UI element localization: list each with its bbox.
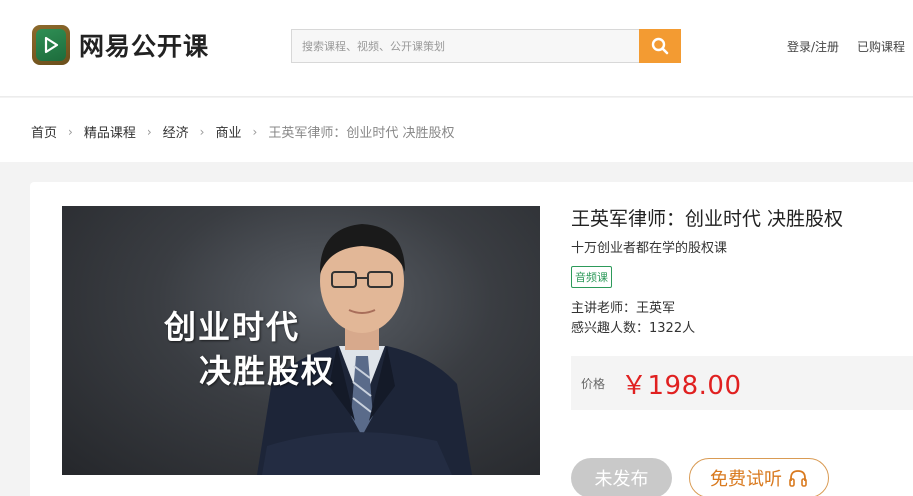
headphone-icon — [789, 470, 807, 487]
lecturer-name: 主讲老师：王英军 — [571, 301, 676, 316]
user-nav: 登录/注册 已购课程 — [787, 38, 905, 55]
chevron-right-icon: › — [199, 124, 205, 139]
breadcrumb: 首页 › 精品课程 › 经济 › 商业 › 王英军律师：创业时代 决胜股权 — [31, 122, 455, 142]
price-value: ￥198.00 — [621, 370, 742, 401]
cover-title-line1: 创业时代 — [164, 308, 301, 346]
search-icon — [651, 37, 669, 55]
course-cover-image[interactable]: 创业时代 决胜股权 — [62, 206, 540, 475]
search-bar: 搜索课程、视频、公开课策划 — [291, 29, 681, 63]
login-register-link[interactable]: 登录/注册 — [787, 38, 839, 55]
breadcrumb-home[interactable]: 首页 — [31, 122, 57, 141]
free-listen-label: 免费试听 — [710, 469, 782, 490]
breadcrumb-bar: 首页 › 精品课程 › 经济 › 商业 › 王英军律师：创业时代 决胜股权 — [0, 98, 913, 162]
site-logo[interactable]: 网易公开课 — [32, 25, 209, 65]
course-info: 王英军律师：创业时代 决胜股权 十万创业者都在学的股权课 音频课 主讲老师：王英… — [571, 204, 913, 496]
search-button[interactable] — [639, 29, 681, 63]
price-box: 价格 ￥198.00 — [571, 356, 913, 410]
course-title: 王英军律师：创业时代 决胜股权 — [571, 208, 844, 230]
logo-text: 网易公开课 — [79, 32, 210, 61]
purchased-courses-link[interactable]: 已购课程 — [857, 38, 905, 55]
chevron-right-icon: › — [252, 124, 258, 139]
interested-count: 感兴趣人数：1322人 — [571, 321, 696, 336]
unpublished-button: 未发布 — [571, 458, 672, 496]
breadcrumb-economy[interactable]: 经济 — [163, 122, 189, 141]
chevron-right-icon: › — [68, 124, 73, 139]
top-header: 网易公开课 搜索课程、视频、公开课策划 登录/注册 已购课程 — [0, 0, 913, 97]
course-subtitle: 十万创业者都在学的股权课 — [571, 241, 728, 256]
breadcrumb-business[interactable]: 商业 — [215, 122, 241, 141]
price-label: 价格 — [581, 376, 606, 391]
breadcrumb-current: 王英军律师：创业时代 决胜股权 — [268, 126, 455, 141]
play-logo-icon — [32, 25, 70, 65]
audio-course-badge: 音频课 — [571, 266, 612, 288]
breadcrumb-premium[interactable]: 精品课程 — [84, 122, 136, 141]
unpublished-label: 未发布 — [594, 469, 649, 490]
free-listen-button[interactable]: 免费试听 — [689, 458, 829, 496]
chevron-right-icon: › — [146, 124, 152, 139]
course-card: 创业时代 决胜股权 王英军律师：创业时代 决胜股权 十万创业者都在学的股权课 音… — [30, 182, 913, 496]
cover-title-line2: 决胜股权 — [199, 352, 336, 390]
search-input[interactable]: 搜索课程、视频、公开课策划 — [291, 29, 639, 63]
